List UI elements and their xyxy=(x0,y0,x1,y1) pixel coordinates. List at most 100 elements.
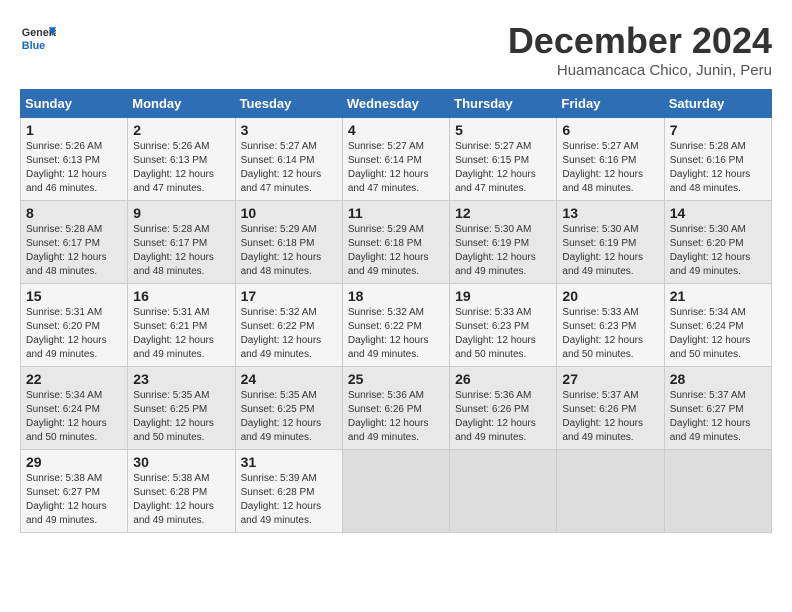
calendar-cell: 1Sunrise: 5:26 AMSunset: 6:13 PMDaylight… xyxy=(21,118,128,201)
calendar-cell: 11 Sunrise: 5:29 AMSunset: 6:18 PMDayligh… xyxy=(342,201,449,284)
calendar-cell: 3 Sunrise: 5:27 AMSunset: 6:14 PMDaylight… xyxy=(235,118,342,201)
day-number: 19 xyxy=(455,288,551,304)
calendar-cell: 28 Sunrise: 5:37 AMSunset: 6:27 PMDayligh… xyxy=(664,367,771,450)
calendar-cell: 4Sunrise: 5:27 AMSunset: 6:14 PMDaylight… xyxy=(342,118,449,201)
day-info: Sunrise: 5:37 AMSunset: 6:26 PMDaylight:… xyxy=(562,390,643,443)
day-number: 6 xyxy=(562,122,658,138)
day-number: 23 xyxy=(133,371,229,387)
calendar-cell xyxy=(450,450,557,533)
day-info: Sunrise: 5:39 AMSunset: 6:28 PMDaylight:… xyxy=(241,473,322,526)
calendar-cell: 24 Sunrise: 5:35 AMSunset: 6:25 PMDayligh… xyxy=(235,367,342,450)
calendar-cell xyxy=(664,450,771,533)
weekday-header-friday: Friday xyxy=(557,90,664,118)
calendar-cell: 21 Sunrise: 5:34 AMSunset: 6:24 PMDayligh… xyxy=(664,284,771,367)
day-info: Sunrise: 5:34 AMSunset: 6:24 PMDaylight:… xyxy=(26,390,107,443)
location: Huamancaca Chico, Junin, Peru xyxy=(508,62,772,79)
day-number: 12 xyxy=(455,205,551,221)
weekday-header-monday: Monday xyxy=(128,90,235,118)
calendar-cell: 17 Sunrise: 5:32 AMSunset: 6:22 PMDayligh… xyxy=(235,284,342,367)
logo-icon: General Blue xyxy=(20,20,56,56)
day-info: Sunrise: 5:26 AMSunset: 6:13 PMDaylight:… xyxy=(26,141,107,194)
calendar-cell: 19 Sunrise: 5:33 AMSunset: 6:23 PMDayligh… xyxy=(450,284,557,367)
day-number: 2 xyxy=(133,122,229,138)
day-info: Sunrise: 5:35 AMSunset: 6:25 PMDaylight:… xyxy=(133,390,214,443)
calendar-cell xyxy=(557,450,664,533)
day-number: 21 xyxy=(670,288,766,304)
day-number: 22 xyxy=(26,371,122,387)
calendar-week-row: 29 Sunrise: 5:38 AMSunset: 6:27 PMDayligh… xyxy=(21,450,772,533)
day-info: Sunrise: 5:31 AMSunset: 6:20 PMDaylight:… xyxy=(26,307,107,360)
calendar-cell: 10 Sunrise: 5:29 AMSunset: 6:18 PMDayligh… xyxy=(235,201,342,284)
page-header: General Blue December 2024 Huamancaca Ch… xyxy=(20,20,772,79)
day-info: Sunrise: 5:36 AMSunset: 6:26 PMDaylight:… xyxy=(455,390,536,443)
calendar-table: SundayMondayTuesdayWednesdayThursdayFrid… xyxy=(20,89,772,533)
day-info: Sunrise: 5:27 AMSunset: 6:15 PMDaylight:… xyxy=(455,141,536,194)
calendar-cell: 18 Sunrise: 5:32 AMSunset: 6:22 PMDayligh… xyxy=(342,284,449,367)
calendar-cell: 15Sunrise: 5:31 AMSunset: 6:20 PMDayligh… xyxy=(21,284,128,367)
calendar-cell: 30Sunrise: 5:38 AMSunset: 6:28 PMDayligh… xyxy=(128,450,235,533)
day-number: 16 xyxy=(133,288,229,304)
day-info: Sunrise: 5:36 AMSunset: 6:26 PMDaylight:… xyxy=(348,390,429,443)
calendar-cell: 7 Sunrise: 5:28 AMSunset: 6:16 PMDaylight… xyxy=(664,118,771,201)
calendar-cell: 14Sunrise: 5:30 AMSunset: 6:20 PMDayligh… xyxy=(664,201,771,284)
weekday-header-row: SundayMondayTuesdayWednesdayThursdayFrid… xyxy=(21,90,772,118)
day-info: Sunrise: 5:37 AMSunset: 6:27 PMDaylight:… xyxy=(670,390,751,443)
calendar-cell: 23 Sunrise: 5:35 AMSunset: 6:25 PMDayligh… xyxy=(128,367,235,450)
day-number: 28 xyxy=(670,371,766,387)
calendar-cell: 20Sunrise: 5:33 AMSunset: 6:23 PMDayligh… xyxy=(557,284,664,367)
calendar-week-row: 22 Sunrise: 5:34 AMSunset: 6:24 PMDayligh… xyxy=(21,367,772,450)
day-info: Sunrise: 5:38 AMSunset: 6:28 PMDaylight:… xyxy=(133,473,214,526)
calendar-cell: 27 Sunrise: 5:37 AMSunset: 6:26 PMDayligh… xyxy=(557,367,664,450)
day-info: Sunrise: 5:38 AMSunset: 6:27 PMDaylight:… xyxy=(26,473,107,526)
day-number: 24 xyxy=(241,371,337,387)
day-number: 17 xyxy=(241,288,337,304)
day-info: Sunrise: 5:28 AMSunset: 6:16 PMDaylight:… xyxy=(670,141,751,194)
day-info: Sunrise: 5:31 AMSunset: 6:21 PMDaylight:… xyxy=(133,307,214,360)
calendar-cell: 6 Sunrise: 5:27 AMSunset: 6:16 PMDaylight… xyxy=(557,118,664,201)
day-number: 18 xyxy=(348,288,444,304)
day-number: 27 xyxy=(562,371,658,387)
day-number: 10 xyxy=(241,205,337,221)
calendar-cell: 16 Sunrise: 5:31 AMSunset: 6:21 PMDayligh… xyxy=(128,284,235,367)
calendar-cell: 26 Sunrise: 5:36 AMSunset: 6:26 PMDayligh… xyxy=(450,367,557,450)
day-info: Sunrise: 5:29 AMSunset: 6:18 PMDaylight:… xyxy=(241,224,322,277)
day-info: Sunrise: 5:33 AMSunset: 6:23 PMDaylight:… xyxy=(562,307,643,360)
day-number: 4 xyxy=(348,122,444,138)
calendar-cell: 31Sunrise: 5:39 AMSunset: 6:28 PMDayligh… xyxy=(235,450,342,533)
day-number: 11 xyxy=(348,205,444,221)
calendar-week-row: 15Sunrise: 5:31 AMSunset: 6:20 PMDayligh… xyxy=(21,284,772,367)
day-number: 9 xyxy=(133,205,229,221)
day-info: Sunrise: 5:28 AMSunset: 6:17 PMDaylight:… xyxy=(26,224,107,277)
day-info: Sunrise: 5:33 AMSunset: 6:23 PMDaylight:… xyxy=(455,307,536,360)
calendar-cell: 22 Sunrise: 5:34 AMSunset: 6:24 PMDayligh… xyxy=(21,367,128,450)
day-info: Sunrise: 5:30 AMSunset: 6:19 PMDaylight:… xyxy=(455,224,536,277)
weekday-header-wednesday: Wednesday xyxy=(342,90,449,118)
calendar-cell: 29 Sunrise: 5:38 AMSunset: 6:27 PMDayligh… xyxy=(21,450,128,533)
day-number: 8 xyxy=(26,205,122,221)
calendar-week-row: 8 Sunrise: 5:28 AMSunset: 6:17 PMDaylight… xyxy=(21,201,772,284)
weekday-header-saturday: Saturday xyxy=(664,90,771,118)
title-block: December 2024 Huamancaca Chico, Junin, P… xyxy=(508,20,772,79)
calendar-cell xyxy=(342,450,449,533)
day-info: Sunrise: 5:34 AMSunset: 6:24 PMDaylight:… xyxy=(670,307,751,360)
weekday-header-tuesday: Tuesday xyxy=(235,90,342,118)
day-info: Sunrise: 5:27 AMSunset: 6:16 PMDaylight:… xyxy=(562,141,643,194)
day-info: Sunrise: 5:29 AMSunset: 6:18 PMDaylight:… xyxy=(348,224,429,277)
svg-text:Blue: Blue xyxy=(22,40,45,52)
day-info: Sunrise: 5:27 AMSunset: 6:14 PMDaylight:… xyxy=(241,141,322,194)
day-number: 5 xyxy=(455,122,551,138)
day-number: 29 xyxy=(26,454,122,470)
logo: General Blue xyxy=(20,20,56,56)
weekday-header-sunday: Sunday xyxy=(21,90,128,118)
day-info: Sunrise: 5:32 AMSunset: 6:22 PMDaylight:… xyxy=(241,307,322,360)
day-info: Sunrise: 5:30 AMSunset: 6:19 PMDaylight:… xyxy=(562,224,643,277)
day-info: Sunrise: 5:35 AMSunset: 6:25 PMDaylight:… xyxy=(241,390,322,443)
calendar-cell: 5 Sunrise: 5:27 AMSunset: 6:15 PMDaylight… xyxy=(450,118,557,201)
day-info: Sunrise: 5:32 AMSunset: 6:22 PMDaylight:… xyxy=(348,307,429,360)
day-number: 26 xyxy=(455,371,551,387)
day-number: 3 xyxy=(241,122,337,138)
calendar-cell: 25Sunrise: 5:36 AMSunset: 6:26 PMDayligh… xyxy=(342,367,449,450)
day-info: Sunrise: 5:28 AMSunset: 6:17 PMDaylight:… xyxy=(133,224,214,277)
calendar-cell: 12 Sunrise: 5:30 AMSunset: 6:19 PMDayligh… xyxy=(450,201,557,284)
day-number: 7 xyxy=(670,122,766,138)
